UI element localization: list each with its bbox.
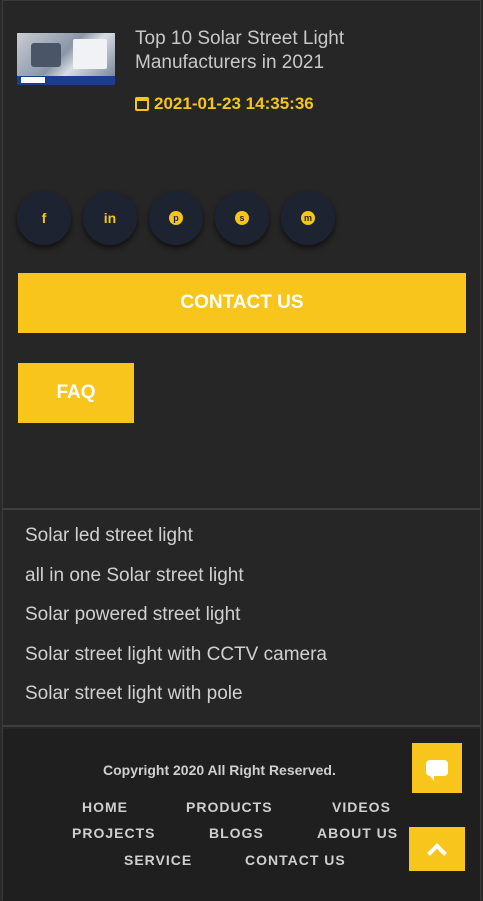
footer-link-home[interactable]: HOME <box>82 799 128 815</box>
news-date: 2021-01-23 14:35:36 <box>135 93 314 115</box>
divider <box>3 508 480 510</box>
pinterest-icon[interactable]: p <box>149 191 203 245</box>
footer-link-service[interactable]: SERVICE <box>124 852 192 868</box>
facebook-icon[interactable]: f <box>17 191 71 245</box>
product-link[interactable]: Solar street light with CCTV camera <box>25 635 327 675</box>
news-date-text: 2021-01-23 14:35:36 <box>154 94 314 113</box>
news-thumbnail[interactable] <box>17 33 115 85</box>
product-link[interactable]: Solar powered street light <box>25 595 327 635</box>
social-links: f in p s m <box>17 191 335 245</box>
contact-us-button[interactable]: CONTACT US <box>18 273 466 333</box>
chevron-up-icon <box>427 843 447 863</box>
calendar-icon <box>135 97 149 111</box>
footer-link-projects[interactable]: PROJECTS <box>72 825 155 841</box>
linkedin-icon[interactable]: in <box>83 191 137 245</box>
product-link[interactable]: all in one Solar street light <box>25 556 327 596</box>
scroll-top-button[interactable] <box>409 827 465 871</box>
product-links: Solar led street light all in one Solar … <box>25 516 327 714</box>
news-title[interactable]: Top 10 Solar Street Light Manufacturers … <box>135 27 465 75</box>
product-link[interactable]: Solar street light with pole <box>25 674 327 714</box>
chat-icon <box>426 760 448 781</box>
footer-link-blogs[interactable]: BLOGS <box>209 825 264 841</box>
footer: Copyright 2020 All Right Reserved. HOME … <box>3 729 480 901</box>
skype-icon[interactable]: s <box>215 191 269 245</box>
page: Top 10 Solar Street Light Manufacturers … <box>2 0 481 901</box>
footer-link-about[interactable]: ABOUT US <box>317 825 398 841</box>
footer-nav: HOME PRODUCTS VIDEOS PROJECTS BLOGS ABOU… <box>3 729 480 901</box>
news-item[interactable]: Top 10 Solar Street Light Manufacturers … <box>17 27 472 117</box>
messenger-icon[interactable]: m <box>281 191 335 245</box>
footer-link-videos[interactable]: VIDEOS <box>332 799 391 815</box>
footer-link-products[interactable]: PRODUCTS <box>186 799 273 815</box>
divider <box>3 725 480 727</box>
footer-link-contact[interactable]: CONTACT US <box>245 852 346 868</box>
product-link[interactable]: Solar led street light <box>25 516 327 556</box>
faq-button[interactable]: FAQ <box>18 363 134 423</box>
chat-button[interactable] <box>412 743 462 793</box>
